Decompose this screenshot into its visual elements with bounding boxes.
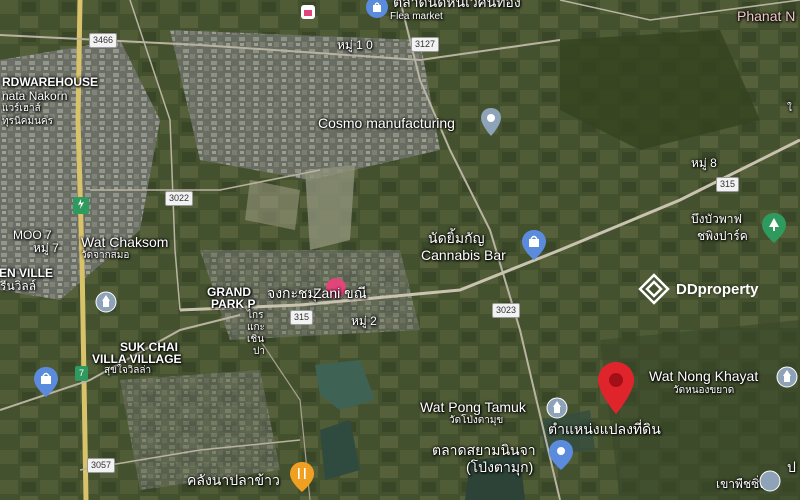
sukchai-label-2: VILLA VILLAGE — [92, 352, 182, 366]
wat-chaksom-label: Wat Chaksom — [81, 234, 169, 250]
flea-market-label: Flea market — [390, 11, 443, 22]
temple-icon — [546, 397, 568, 419]
property-location-pin[interactable] — [598, 362, 634, 419]
cannabis-thai-label: นัดยิ้มกัญ — [428, 230, 485, 246]
cosmo-poi[interactable] — [481, 108, 501, 141]
phanat-label: Phanat N — [737, 8, 796, 24]
wat-nong-poi[interactable] — [776, 366, 798, 393]
flea-market-thai-label: ตลาดนัดหนิเวศน์ทอง — [393, 0, 521, 10]
route-3466-shield: 3466 — [89, 33, 118, 48]
wat-nong-label: Wat Nong Khayat — [649, 368, 759, 384]
temple-icon — [759, 470, 781, 492]
bueng-park-poi[interactable] — [762, 213, 786, 248]
temple-icon — [776, 366, 798, 388]
wat-pong-poi[interactable] — [546, 397, 568, 424]
route-7-shield-north — [73, 197, 89, 214]
shopping-bag-icon — [34, 367, 58, 397]
moo7-th-label: หมู่ 7 — [33, 241, 59, 255]
small-poi[interactable] — [301, 5, 315, 19]
grand-th-2: แกะ — [247, 322, 265, 333]
ddproperty-watermark: DDproperty — [638, 273, 759, 305]
grand-th-3: เชิน — [247, 334, 265, 345]
en-ville-label: EN VILLE — [0, 266, 54, 280]
wat-chaksom-th-label: วัดจากสมอ — [81, 250, 130, 261]
khao-label: เขาพืชซิ่ง — [716, 477, 766, 491]
location-pin-icon — [598, 362, 634, 414]
route-3022-shield: 3022 — [165, 191, 194, 206]
wat-chaksom-poi[interactable] — [95, 291, 117, 318]
watermark-text: DDproperty — [676, 280, 759, 298]
shopping-bag-icon — [522, 230, 546, 260]
wat-nong-th-label: วัดหนองขยาด — [673, 385, 735, 396]
khao-poi[interactable] — [759, 470, 781, 497]
en-ville-th-label: รีนวิลล์ — [0, 279, 37, 293]
highway-icon — [78, 199, 84, 209]
grand-label-2: PARK P — [211, 297, 256, 311]
ddproperty-logo-icon — [638, 273, 670, 305]
warehouse-label-3: แวร์เฮาส์ — [2, 103, 41, 114]
route-3057-shield: 3057 — [87, 458, 116, 473]
cannabis-poi[interactable] — [522, 230, 546, 265]
warehouse-label-2: nata Nakorn — [2, 89, 68, 103]
grand-th-4: ปา — [253, 346, 265, 357]
market-poi[interactable] — [549, 440, 573, 475]
right-edge-bottom-label: ป — [787, 459, 796, 475]
right-edge-top-label: ใ — [787, 103, 792, 114]
restaurant-poi[interactable] — [290, 462, 314, 497]
wat-pong-th-label: วัดโป่งตามุข — [449, 415, 504, 426]
shopping-bag-icon — [373, 2, 381, 12]
wat-pong-label: Wat Pong Tamuk — [420, 399, 526, 415]
shopping-poi-west[interactable] — [34, 367, 58, 402]
route-3023-shield: 3023 — [492, 303, 521, 318]
moo7-en-label: MOO 7 — [13, 228, 52, 242]
cosmo-label: Cosmo manufacturing — [318, 115, 455, 131]
moo2-label: หมู่ 2 — [351, 314, 377, 328]
route-7-shield-south: 7 — [75, 366, 89, 381]
cannabis-label: Cannabis Bar — [421, 247, 506, 263]
market-label-2: (โป่งตามุก) — [466, 459, 534, 475]
store-icon — [304, 10, 312, 16]
satellite-map[interactable]: ตลาดนัดหนิเวศน์ทอง Flea market Phanat N … — [0, 0, 800, 500]
warehouse-label-4: ทุรนิคมนคร — [2, 116, 53, 127]
route-3127-shield: 3127 — [411, 37, 440, 52]
grand-th-1: ไกร — [247, 310, 264, 321]
zani-label: Zani ขณี — [313, 285, 367, 301]
klang-label: คลังนาปลาข้าว — [187, 472, 280, 488]
location-pin-icon — [549, 440, 573, 470]
park-icon — [762, 213, 786, 243]
location-pin-icon — [481, 108, 501, 136]
market-label-1: ตลาดสยามนินจา — [432, 442, 536, 458]
temple-icon — [95, 291, 117, 313]
bueng-label-2: ชพิงปาร์ค — [697, 229, 748, 243]
bueng-label-1: บึงบัวพาฟ — [691, 212, 742, 226]
zani-th-label: จงกะชมุ — [267, 285, 317, 301]
route-315-shield-east: 315 — [716, 177, 740, 192]
route-315-shield-west: 315 — [290, 310, 314, 325]
fork-knife-icon — [290, 462, 314, 492]
sukchai-th-label: สุขใจวิลล่า — [104, 365, 152, 376]
property-pin-label: ตำแหน่งแปลงที่ดิน — [548, 421, 661, 437]
moo10-label: หมู่ 1 0 — [337, 38, 373, 52]
warehouse-label-1: RDWAREHOUSE — [2, 75, 99, 89]
moo8-label: หมู่ 8 — [691, 156, 717, 170]
